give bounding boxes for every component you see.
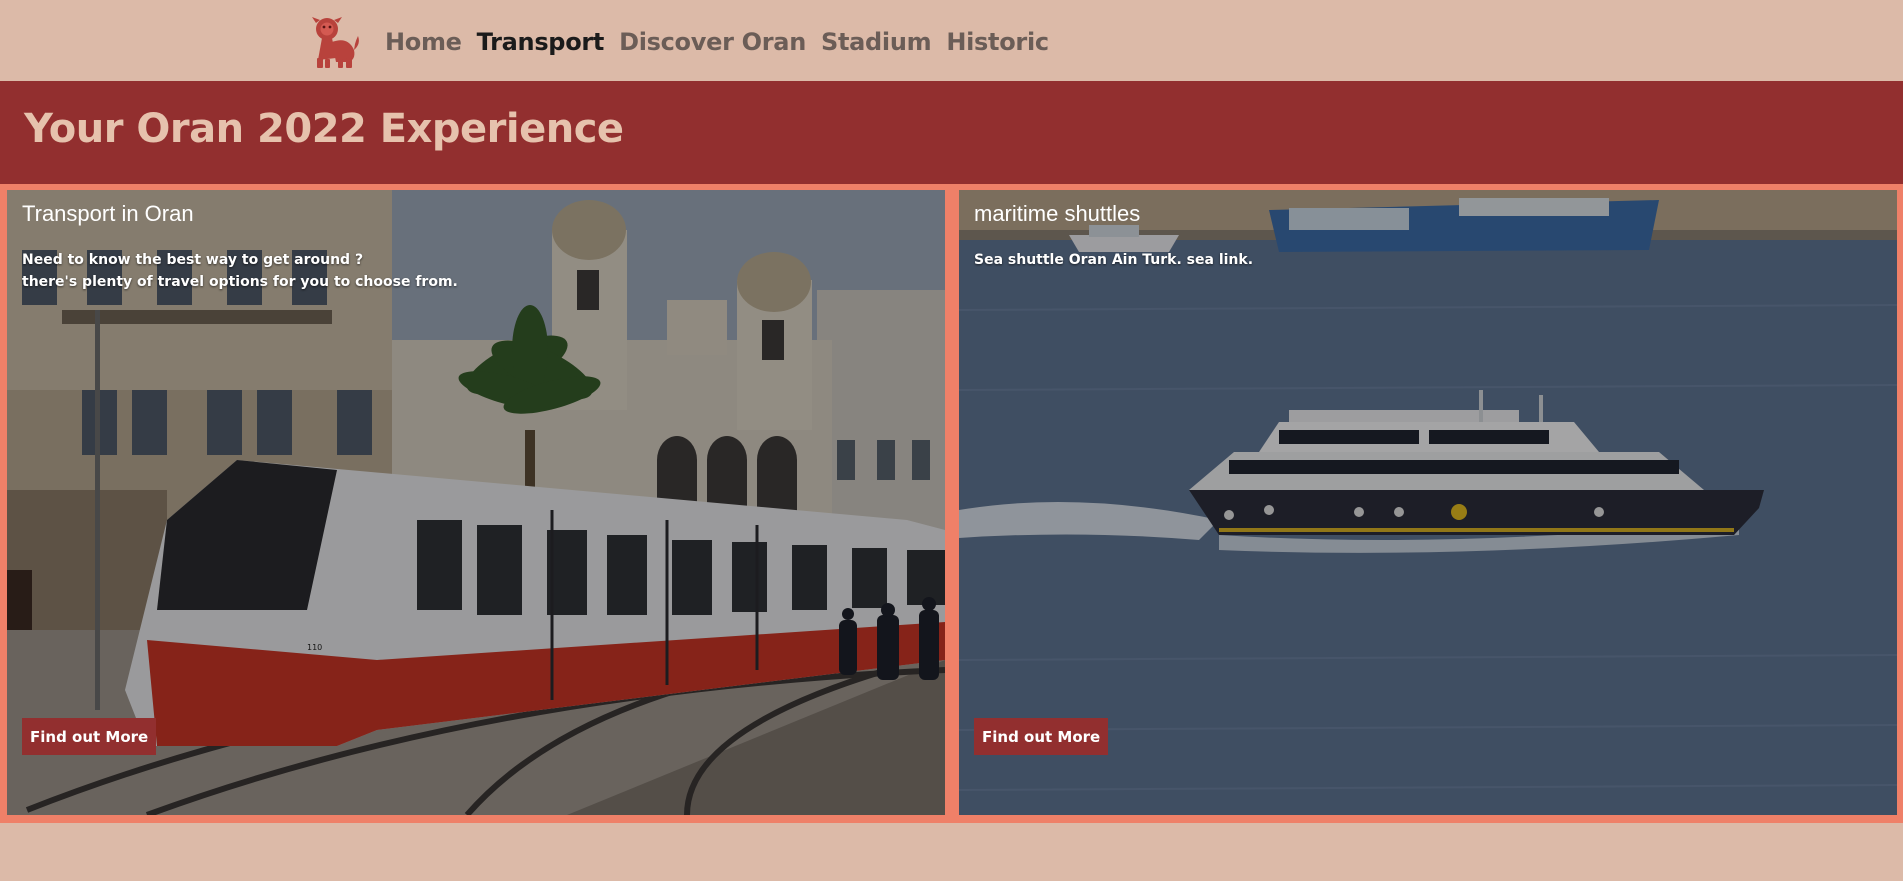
nav-link-home[interactable]: Home — [385, 28, 462, 56]
nav-link-historic[interactable]: Historic — [946, 28, 1049, 56]
top-navbar: Home Transport Discover Oran Stadium His… — [0, 0, 1903, 81]
find-out-more-button[interactable]: Find out More — [22, 718, 157, 755]
card-title: maritime shuttles — [974, 201, 1141, 226]
page-title: Your Oran 2022 Experience — [24, 106, 624, 152]
nav-link-transport[interactable]: Transport — [477, 28, 605, 56]
card-description: Need to know the best way to get around … — [22, 249, 622, 293]
card-title: Transport in Oran — [22, 201, 194, 226]
hero-banner: Your Oran 2022 Experience — [0, 81, 1903, 184]
card-description-line: Need to know the best way to get around … — [22, 252, 364, 268]
card-description-line: Sea shuttle Oran Ain Turk. sea link. — [974, 252, 1254, 268]
card-description: Sea shuttle Oran Ain Turk. sea link. — [974, 249, 1574, 271]
nav-link-discover-oran[interactable]: Discover Oran — [619, 28, 806, 56]
transport-card: 110 Transport in Oran Need to know the b… — [7, 190, 945, 815]
lion-logo-icon[interactable] — [308, 14, 362, 70]
maritime-card: maritime shuttles Sea shuttle Oran Ain T… — [959, 190, 1897, 815]
find-out-more-button[interactable]: Find out More — [974, 718, 1109, 755]
card-description-line: there's plenty of travel options for you… — [22, 274, 458, 290]
nav-link-stadium[interactable]: Stadium — [821, 28, 932, 56]
cards-section: 110 Transport in Oran Need to know the b… — [0, 184, 1903, 823]
main-nav: Home Transport Discover Oran Stadium His… — [385, 28, 1049, 56]
